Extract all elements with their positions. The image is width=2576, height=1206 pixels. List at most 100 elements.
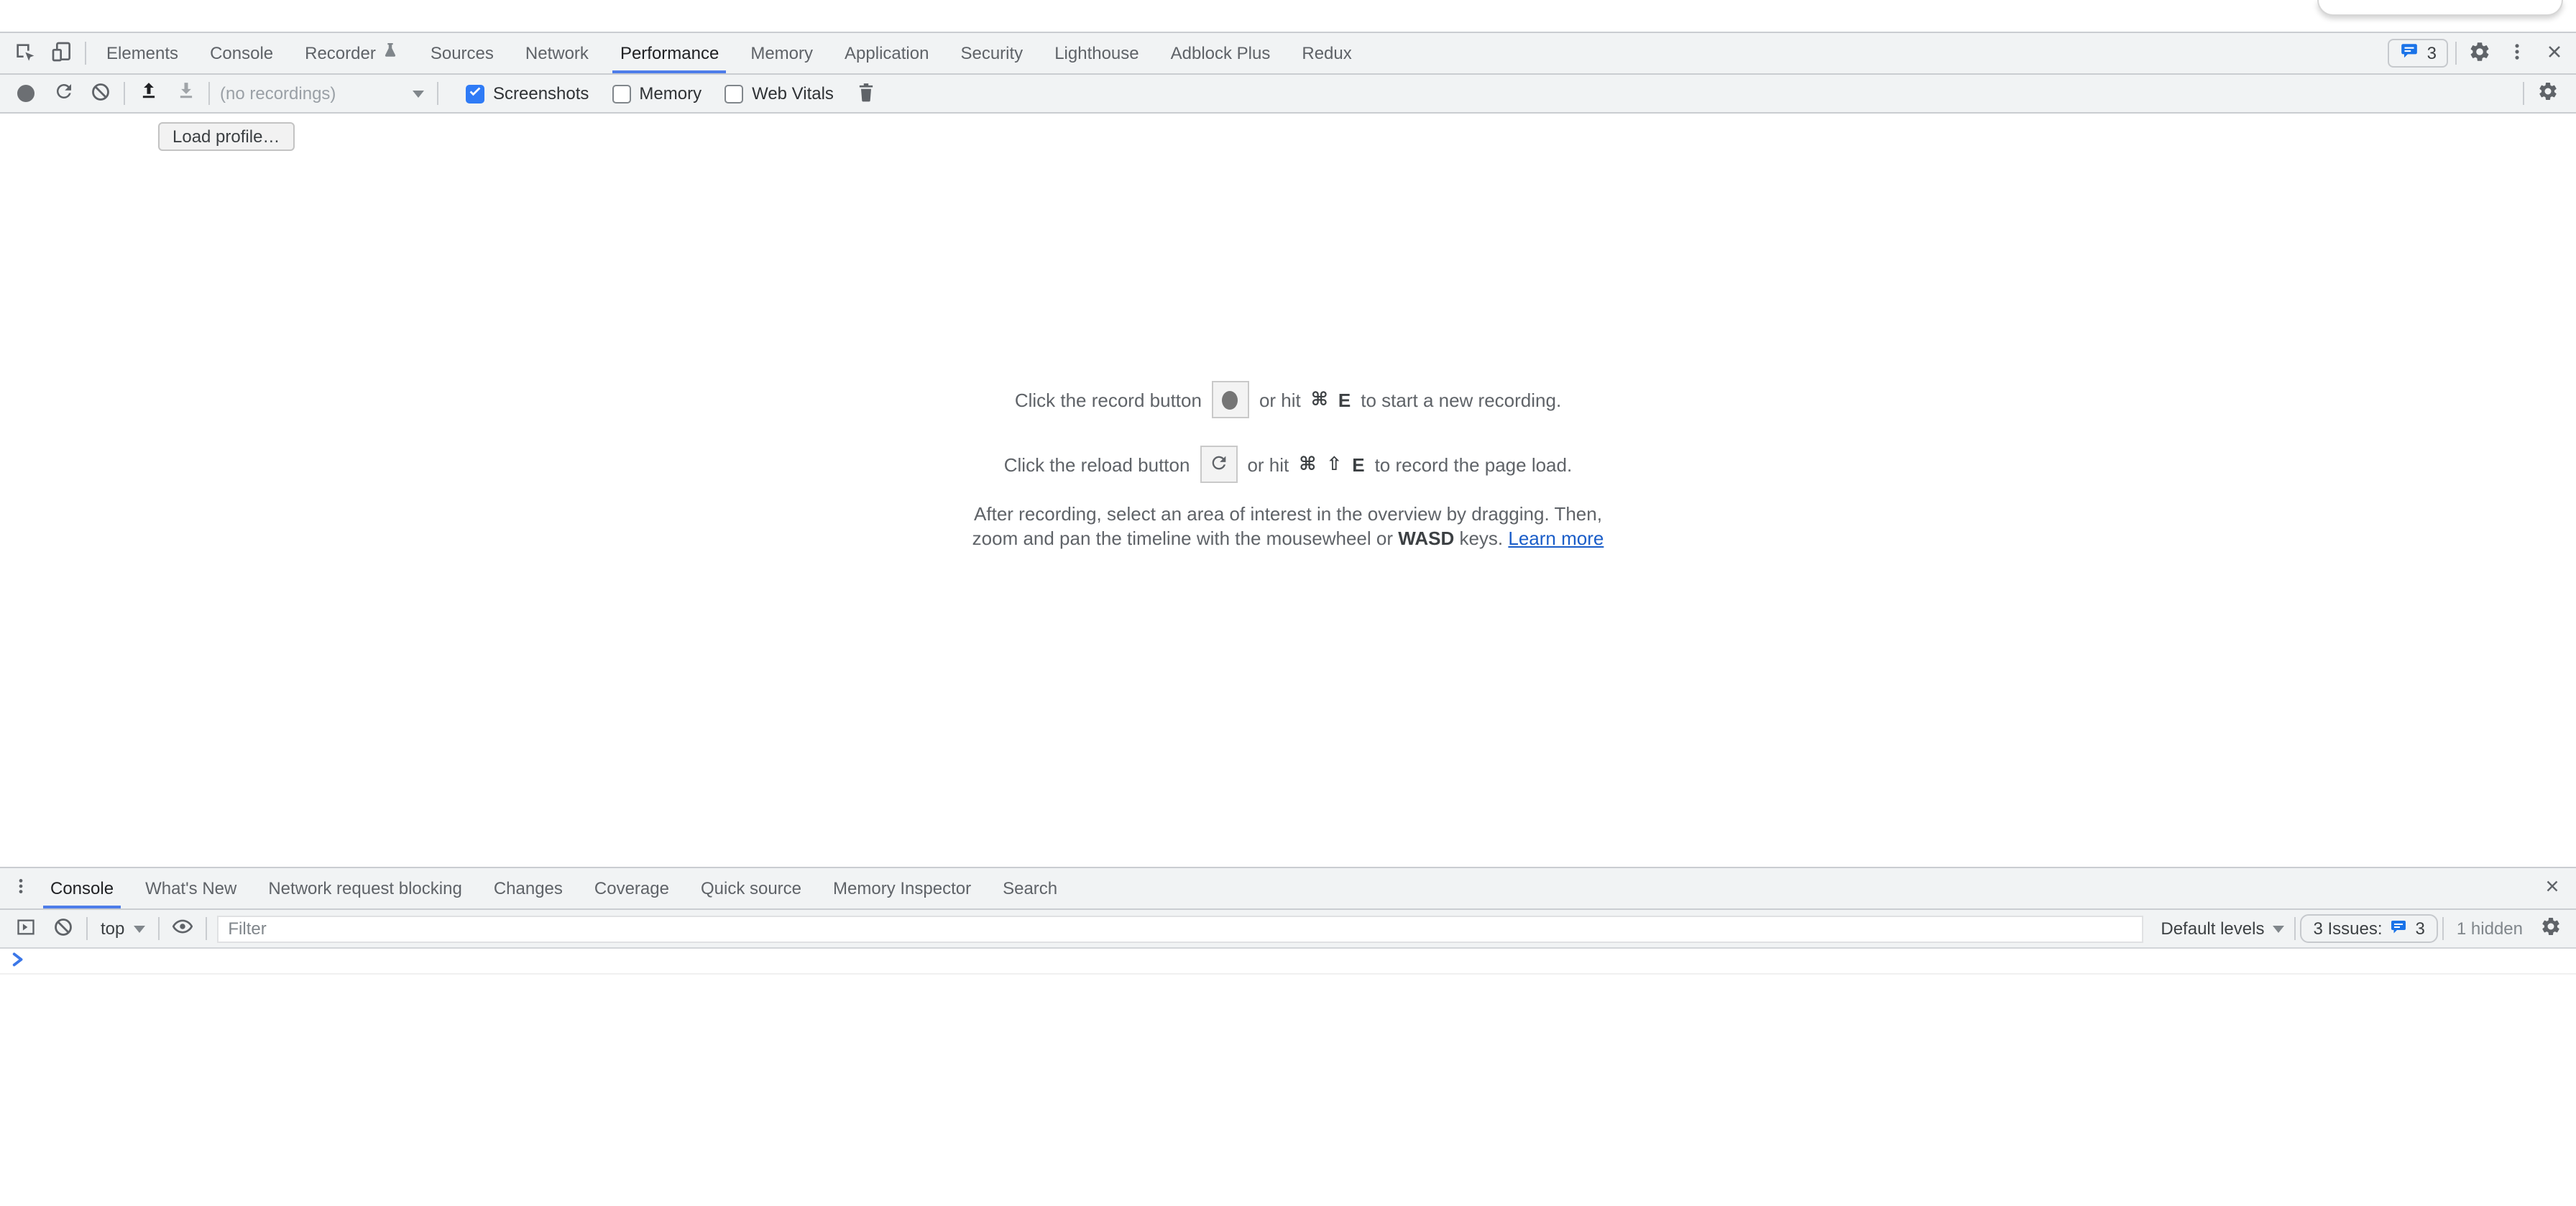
floating-overlay-partial [2317,0,2563,16]
tab-label: Coverage [594,878,669,898]
tab-label: Sources [431,43,494,63]
download-icon [175,80,196,106]
issues-button[interactable]: 3 Issues: 3 [2300,914,2437,943]
gear-icon [2468,40,2491,67]
issues-bubble-icon [2400,42,2420,65]
drawer-more-tabs-button[interactable] [6,870,34,907]
drawer-tab-changes[interactable]: Changes [478,868,579,908]
console-settings-button[interactable] [2531,911,2569,946]
filter-input[interactable] [218,916,2142,941]
wasd-keys: WASD [1398,528,1454,549]
drawer-tab-whats-new[interactable]: What's New [129,868,252,908]
issues-label: 3 Issues: [2313,919,2382,939]
inline-reload-button[interactable] [1200,446,1237,483]
learn-more-link[interactable]: Learn more [1508,528,1604,549]
checkbox-label: Memory [639,83,702,103]
instruction-text: to start a new recording. [1361,389,1561,410]
cmd-key-glyph: ⌘ [1299,453,1316,476]
load-profile-button[interactable] [129,76,167,111]
reload-icon [52,80,74,106]
drawer-tab-console[interactable]: Console [34,868,129,908]
experiment-flask-icon [383,42,399,65]
tab-console[interactable]: Console [194,33,289,73]
console-prompt-row[interactable] [0,949,2576,975]
tab-label: Lighthouse [1054,43,1138,63]
tab-security[interactable]: Security [944,33,1039,73]
create-live-expression-button[interactable] [163,911,201,946]
load-profile-tooltip: Load profile… [158,122,294,151]
console-filter-box[interactable] [216,915,2143,942]
issues-bubble-icon [2390,918,2409,939]
chevron-down-icon [133,925,144,932]
device-toolbar-button[interactable] [43,34,80,72]
memory-checkbox-group[interactable]: Memory [612,83,702,103]
recordings-select[interactable]: (no recordings) [214,78,433,109]
web-vitals-checkbox-group[interactable]: Web Vitals [724,83,834,103]
shortcut-key: E [1352,454,1364,475]
capture-settings-button[interactable] [2529,76,2566,111]
three-dot-menu-icon [2507,41,2527,65]
divider [86,917,88,940]
close-drawer-button[interactable] [2533,870,2570,907]
tab-redux[interactable]: Redux [1286,33,1367,73]
tab-label: Security [960,43,1023,63]
memory-checkbox[interactable] [612,84,630,103]
drawer-tab-quick-source[interactable]: Quick source [685,868,817,908]
console-sidebar-toggle-button[interactable] [7,911,45,946]
performance-panel-content: Click the record button or hit ⌘ E to st… [0,114,2576,867]
reload-and-record-button[interactable] [45,76,82,111]
tab-adblock-plus[interactable]: Adblock Plus [1155,33,1287,73]
clear-console-button[interactable] [45,911,82,946]
block-icon [91,81,111,106]
hint-text: keys. [1454,528,1508,549]
screenshots-checkbox-group[interactable]: Screenshots [466,83,589,103]
tab-application[interactable]: Application [829,33,944,73]
tab-label: Memory [750,43,813,63]
divider [2455,42,2457,65]
drawer-tab-search[interactable]: Search [987,868,1073,908]
close-devtools-button[interactable] [2536,34,2573,72]
tab-label: Application [845,43,929,63]
three-dot-menu-icon [11,877,29,900]
tab-memory[interactable]: Memory [735,33,829,73]
log-levels-select[interactable]: Default levels [2155,919,2290,939]
drawer-tab-coverage[interactable]: Coverage [579,868,685,908]
tab-performance[interactable]: Performance [604,33,735,73]
console-toolbar: top Default levels 3 Issues: [0,910,2576,949]
divider [2523,82,2524,105]
inspect-element-button[interactable] [6,34,43,72]
tab-recorder[interactable]: Recorder [289,33,415,73]
inspect-cursor-icon [13,40,36,67]
tab-label: Redux [1302,43,1351,63]
hidden-messages-label: 1 hidden [2457,919,2523,939]
tab-network[interactable]: Network [510,33,604,73]
garbage-collect-button[interactable] [848,76,886,111]
drawer-tab-memory-inspector[interactable]: Memory Inspector [817,868,987,908]
settings-button[interactable] [2461,34,2498,72]
tab-label: Elements [106,43,178,63]
trash-icon [857,81,876,106]
save-profile-button[interactable] [167,76,204,111]
drawer-tab-network-request-blocking[interactable]: Network request blocking [252,868,477,908]
record-button[interactable] [7,76,45,111]
gear-icon [2539,916,2561,942]
checkbox-label: Web Vitals [752,83,834,103]
instruction-text: to record the page load. [1375,454,1573,475]
tab-lighthouse[interactable]: Lighthouse [1039,33,1154,73]
web-vitals-checkbox[interactable] [724,84,743,103]
close-icon [2542,877,2561,900]
screenshots-checkbox[interactable] [466,84,484,103]
cmd-key-glyph: ⌘ [1311,388,1328,411]
tab-sources[interactable]: Sources [415,33,510,73]
issues-counter-button[interactable]: 3 [2388,39,2448,68]
checkbox-label: Screenshots [493,83,589,103]
execution-context-select[interactable]: top [92,919,153,939]
tab-elements[interactable]: Elements [91,33,194,73]
inline-record-button[interactable] [1212,381,1249,418]
device-toolbar-icon [50,40,73,67]
more-options-button[interactable] [2498,34,2536,72]
gear-icon [2536,80,2558,106]
tooltip-label: Load profile… [172,126,280,147]
record-instruction-row: Click the record button or hit ⌘ E to st… [1015,381,1561,418]
clear-recording-button[interactable] [82,76,119,111]
